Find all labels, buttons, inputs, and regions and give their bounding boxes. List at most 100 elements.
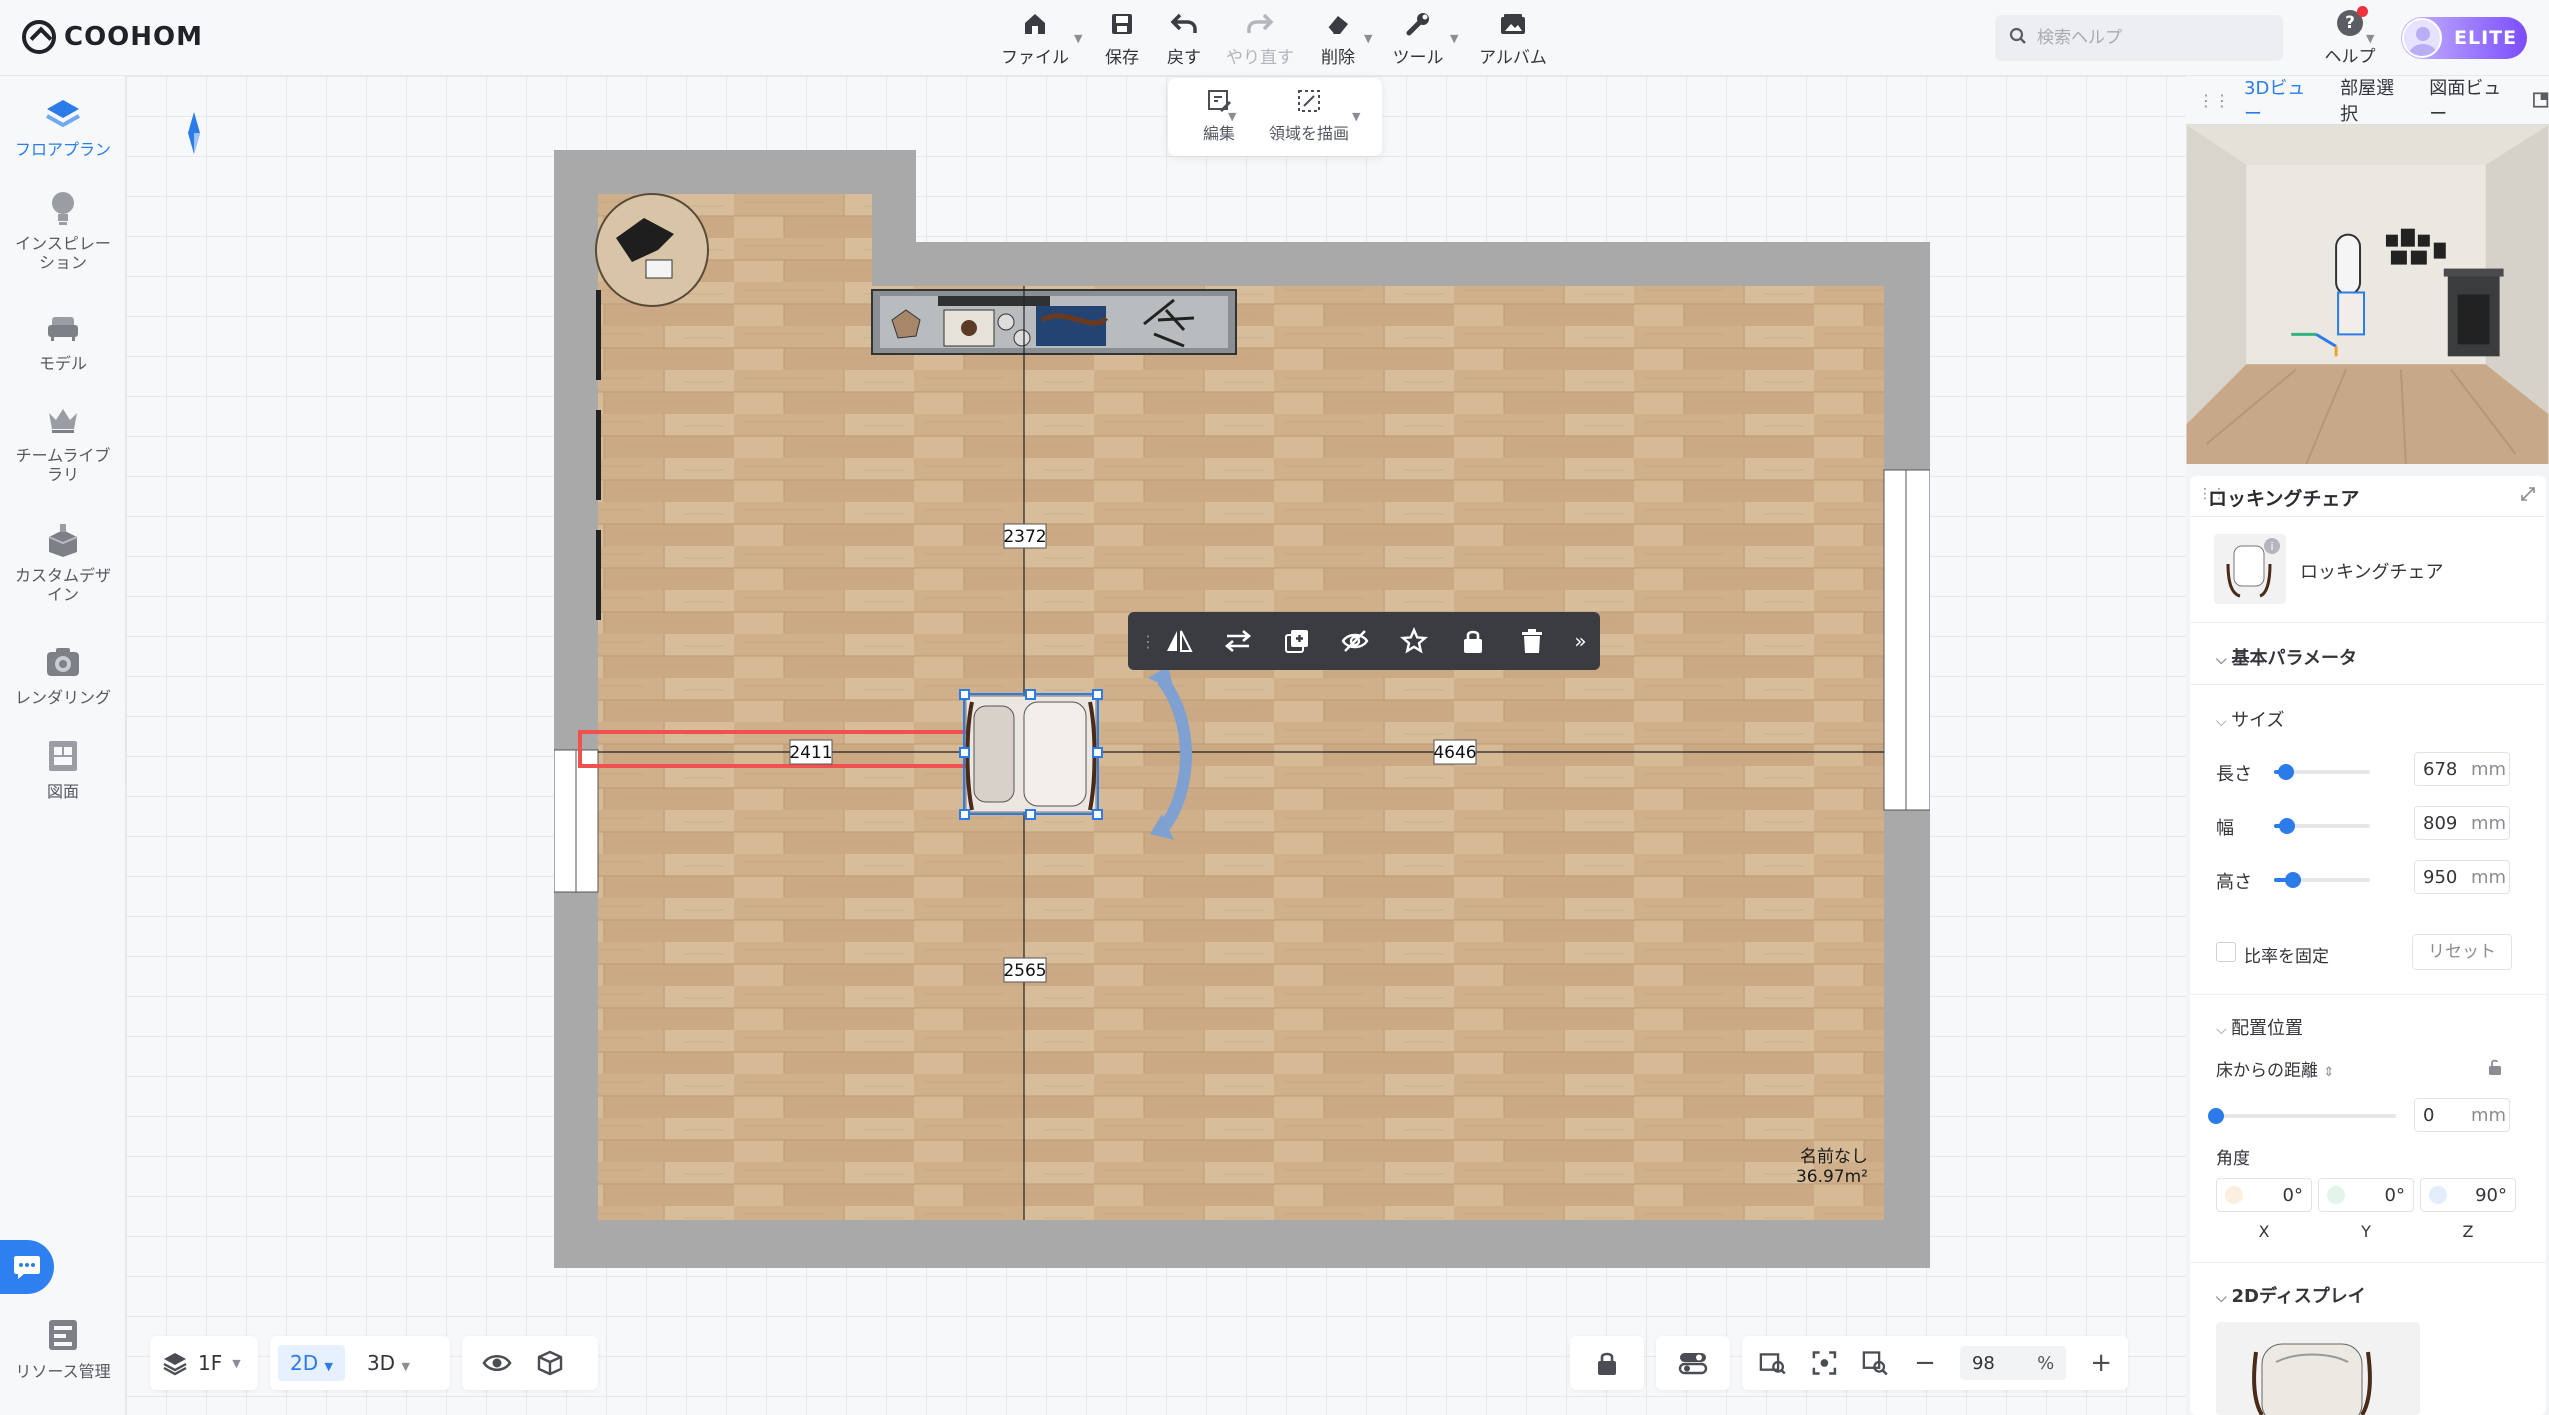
expand-icon[interactable] [2520,486,2536,502]
tab-drawing-view[interactable]: 図面ビュー [2419,74,2525,126]
chevron-down-icon: ▼ [1450,32,1459,45]
duplicate-button[interactable] [1267,612,1326,670]
dimension-top-label[interactable]: 2372 [1003,527,1046,547]
edit-button[interactable]: 編集 [1184,88,1254,144]
floor-distance-slider[interactable] [2208,1108,2396,1124]
floor-selector[interactable]: 1F ▼ [150,1336,258,1390]
height-slider[interactable] [2274,872,2370,888]
sidebar-item-team-library[interactable]: チームライブラリ [0,400,126,484]
properties-panel: ⋮⋮ ロッキングチェア i ロッキングチェア ⌵ 基本パラメータ ⌵ サイズ 長… [2190,476,2546,1415]
round-table[interactable] [595,193,709,307]
undo-button[interactable]: 戻す [1164,8,1204,68]
angle-z-field[interactable]: 90° [2420,1178,2516,1212]
save-button[interactable]: 保存 [1102,8,1142,68]
dimension-left-label[interactable]: 2411 [789,743,832,763]
dimension-bottom-label[interactable]: 2565 [1003,961,1046,981]
zoom-input[interactable] [1971,1352,2012,1374]
floor[interactable] [598,194,1884,1220]
delete-menu-button[interactable]: 削除 ▼ [1316,8,1372,68]
height-field[interactable]: mm [2414,860,2510,894]
tools-menu-button[interactable]: ツール ▼ [1392,8,1458,68]
chat-button[interactable] [0,1240,54,1294]
section-size[interactable]: ⌵ サイズ [2216,706,2285,732]
eye-icon[interactable] [482,1352,512,1374]
floor-distance-field[interactable]: mm [2414,1098,2510,1132]
section-basic-params[interactable]: ⌵ 基本パラメータ [2216,644,2357,670]
settings-toggle-button[interactable] [1656,1336,1730,1390]
height-slider-knob[interactable] [2285,872,2302,888]
section-2d-display[interactable]: ⌵ 2Dディスプレイ [2216,1282,2366,1308]
width-slider-knob[interactable] [2279,818,2296,834]
zoom-in-button[interactable]: + [2090,1348,2112,1378]
length-field[interactable]: mm [2414,752,2510,786]
drag-handle-icon[interactable]: ⋮ [1140,632,1156,651]
object-thumbnail[interactable]: i [2214,534,2286,604]
floor-distance-input[interactable] [2423,1104,2471,1126]
tab-3d-view[interactable]: 3Dビュー [2234,74,2330,126]
floor-distance-slider-knob[interactable] [2208,1108,2224,1124]
coohom-logo[interactable]: COOHOM [22,18,203,56]
cube-icon[interactable] [536,1349,564,1377]
room-name[interactable]: 名前なし [1800,1147,1868,1167]
section-placement[interactable]: ⌵ 配置位置 [2216,1014,2303,1040]
redo-button[interactable]: やり直す [1222,8,1298,68]
drag-handle-icon[interactable]: ⋮⋮ [2198,91,2230,110]
replace-button[interactable] [1209,612,1268,670]
zoom-out-button[interactable]: − [1914,1348,1936,1378]
unlock-icon[interactable] [2486,1058,2504,1076]
focus-icon[interactable] [1811,1349,1838,1377]
lock-ratio-checkbox[interactable] [2216,942,2236,962]
hide-button[interactable] [1326,612,1385,670]
sidebar-item-drawing[interactable]: 図面 [0,736,126,801]
sidebar-item-inspiration[interactable]: インスピレーション [0,188,126,272]
width-field[interactable]: mm [2414,806,2510,840]
tab-room-select[interactable]: 部屋選択 [2330,74,2419,126]
search-icon [2009,27,2027,49]
file-menu-button[interactable]: ファイル ▼ [1000,8,1082,68]
sidebar-item-floorplan[interactable]: フロアプラン [0,94,126,159]
window-right[interactable] [1883,469,1930,811]
length-label: 長さ [2216,764,2252,785]
3d-preview[interactable] [2186,124,2549,464]
account-badge[interactable]: ELITE [2401,17,2527,59]
dimension-right-label[interactable]: 4646 [1433,743,1476,763]
wrench-icon [1401,8,1435,39]
sidebar-item-rendering[interactable]: レンダリング [0,642,126,707]
mirror-button[interactable] [1150,612,1209,670]
double-chevron-right-icon: » [1574,629,1587,653]
length-slider[interactable] [2274,764,2370,780]
height-input[interactable] [2423,866,2471,888]
draw-area-button[interactable]: 領域を描画 [1254,88,1364,144]
view-2d-button[interactable]: 2D ▼ [278,1345,345,1381]
floor-plan[interactable]: 2372 2411 4646 2565 名前なし 36.97m² [554,150,1930,1268]
camera-icon [43,642,83,682]
fireplace-console[interactable] [871,289,1237,355]
search-input[interactable] [2037,28,2257,48]
popout-icon[interactable] [2532,91,2549,109]
favorite-button[interactable] [1385,612,1444,670]
angle-x-field[interactable]: 0° [2216,1178,2312,1212]
zoom-region-icon[interactable] [1861,1349,1890,1377]
more-button[interactable]: » [1561,629,1600,653]
fit-view-icon[interactable] [1758,1349,1787,1377]
sidebar-item-custom-design[interactable]: カスタムデザイン [0,520,126,604]
sidebar-item-model[interactable]: モデル [0,308,126,373]
resource-management-button[interactable]: リソース管理 [0,1318,126,1382]
angle-y-field[interactable]: 0° [2318,1178,2414,1212]
length-slider-knob[interactable] [2277,764,2294,780]
album-button[interactable]: アルバム [1478,8,1548,68]
view-3d-button[interactable]: 3D ▼ [355,1345,422,1381]
axis-z-label: Z [2462,1222,2474,1241]
length-input[interactable] [2423,758,2471,780]
delete-object-button[interactable] [1502,612,1561,670]
search-box[interactable] [1995,15,2283,61]
reset-button[interactable]: リセット [2412,934,2512,970]
rocking-chair[interactable] [959,689,1103,820]
width-slider[interactable] [2274,818,2370,834]
width-input[interactable] [2423,812,2471,834]
2d-display-thumbnail[interactable] [2216,1322,2420,1415]
duplicate-icon [1284,630,1308,653]
chevron-down-icon[interactable]: ▼ [2366,32,2374,45]
lock-canvas-button[interactable] [1570,1336,1644,1390]
lock-button[interactable] [1444,612,1503,670]
